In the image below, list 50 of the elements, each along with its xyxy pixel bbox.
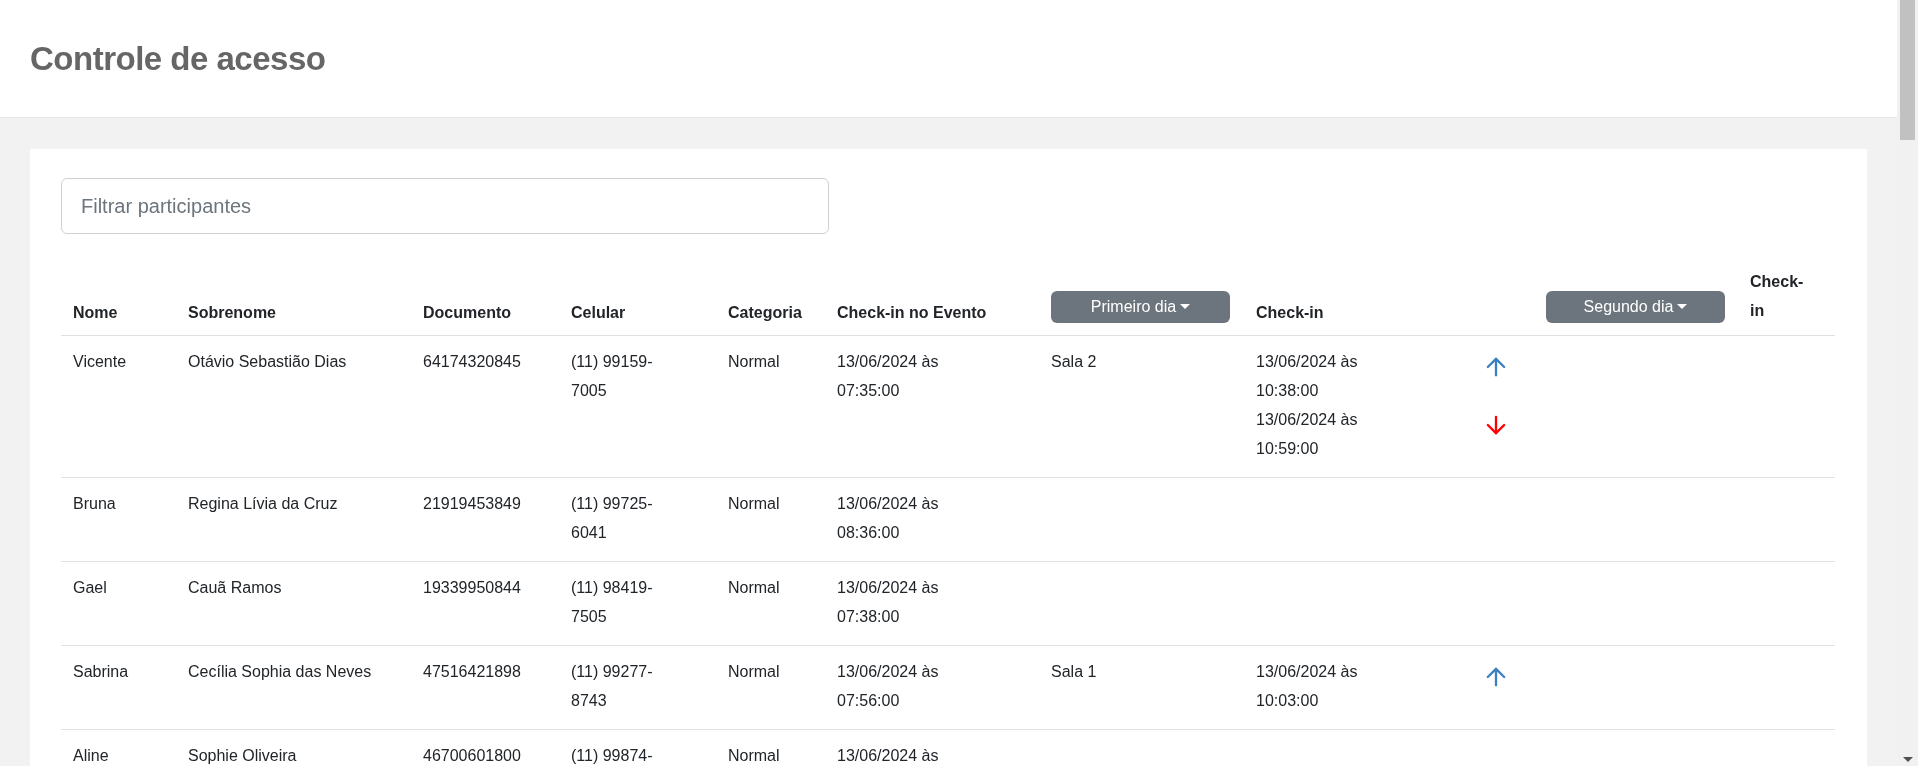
table-cell-text: 13/06/2024 às 10:59:00 [1256, 409, 1359, 459]
caret-icon [1180, 304, 1191, 309]
table-cell-text: (11) 98419-7505 [571, 577, 654, 627]
table-cell: Otávio Sebastião Dias [188, 352, 347, 370]
table-cell: 21919453849 [423, 494, 521, 512]
table-cell: 46700601800 [423, 746, 521, 764]
table-cell: Gael [73, 578, 107, 596]
day-dropdown-button[interactable]: Segundo dia [1546, 290, 1725, 323]
table-cell: Aline [73, 746, 109, 764]
table-cell-text: 13/06/2024 às 07:35:00 [837, 351, 940, 401]
table-cell: Sala 1 [1051, 662, 1097, 680]
table-cell: 47516421898 [423, 662, 521, 680]
table-cell-text: (11) 99159-7005 [571, 351, 654, 401]
table-cell-text: (11) 99277-8743 [571, 661, 654, 711]
table-cell: Bruna [73, 494, 116, 512]
column-header: Celular [571, 303, 626, 321]
column-header: Categoria [728, 303, 802, 321]
table-cell: Normal [728, 352, 780, 370]
table-cell-text: 13/06/2024 às 07:38:00 [837, 577, 940, 627]
table-cell: Normal [728, 662, 780, 680]
scroll-down-icon[interactable] [1902, 757, 1913, 762]
caret-icon [1677, 304, 1688, 309]
table-cell: Normal [728, 578, 780, 596]
scrollbar-thumb[interactable] [1900, 0, 1915, 140]
table-cell: Sala 2 [1051, 352, 1097, 370]
table-cell: 19339950844 [423, 578, 521, 596]
table-cell: Cauã Ramos [188, 578, 282, 596]
page-title: Controle de acesso [30, 38, 326, 79]
table-cell-text: (11) 99874- [571, 745, 654, 766]
table-cell: Sabrina [73, 662, 129, 680]
table-cell: Normal [728, 494, 780, 512]
table-cell-text: 13/06/2024 às 08:36:00 [837, 493, 940, 543]
table-cell-text: 13/06/2024 às 10:03:00 [1256, 661, 1359, 711]
table-cell-text: 13/06/2024 às 10:38:00 [1256, 351, 1359, 401]
table-cell: Sophie Oliveira [188, 746, 297, 764]
column-header: Check-in no Evento [837, 303, 987, 321]
day-dropdown-button[interactable]: Primeiro dia [1051, 290, 1230, 323]
table-cell: Cecília Sophia das Neves [188, 662, 372, 680]
filter-field[interactable]: Filtrar participantes [61, 178, 829, 234]
table-cell: Regina Lívia da Cruz [188, 494, 338, 512]
table-cell: 64174320845 [423, 352, 521, 370]
table-cell: Normal [728, 746, 780, 764]
table-cell: Vicente [73, 352, 127, 370]
table-cell-text: 13/06/2024 às 07:56:00 [837, 661, 940, 711]
column-header: Nome [73, 303, 118, 321]
column-header: Check-in [1256, 303, 1324, 321]
column-header: Documento [423, 303, 511, 321]
table-cell-text: 13/06/2024 às [837, 745, 940, 766]
column-header: Sobrenome [188, 303, 276, 321]
table-cell-text: (11) 99725-6041 [571, 493, 654, 543]
